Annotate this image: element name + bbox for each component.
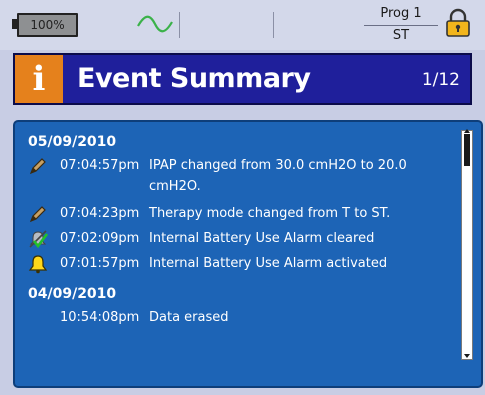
event-list[interactable]: 05/09/2010 07:04:57pm IPAP changed from … (13, 120, 483, 388)
list-item[interactable]: 07:01:57pm Internal Battery Use Alarm ac… (15, 254, 455, 276)
event-message-continued: cmH2O. (149, 179, 201, 194)
event-time: 10:54:08pm (60, 310, 140, 325)
scroll-down-arrow-icon[interactable] (464, 354, 470, 358)
event-message: IPAP changed from 30.0 cmH2O to 20.0 (149, 158, 407, 173)
scrollbar-thumb[interactable] (464, 134, 470, 166)
page-indicator: 1/12 (421, 70, 460, 90)
event-date: 05/09/2010 (28, 134, 117, 150)
list-item[interactable]: 07:04:23pm Therapy mode changed from T t… (15, 204, 455, 226)
event-message: Data erased (149, 310, 229, 325)
program-indicator[interactable]: Prog 1 ST (364, 4, 440, 44)
battery-level-label: 100% (30, 18, 65, 32)
battery-icon: 100% (12, 13, 78, 37)
title-bar: i Event Summary 1/12 (13, 53, 472, 105)
event-time: 07:02:09pm (60, 231, 140, 246)
event-time: 07:04:23pm (60, 206, 140, 221)
alarm-cleared-icon (29, 230, 48, 249)
waveform-icon (137, 15, 173, 33)
program-mode: ST (392, 28, 410, 43)
status-bar: 100% Prog 1 ST (0, 0, 485, 50)
page-title: Event Summary (77, 63, 311, 94)
alarm-bell-icon (28, 255, 48, 274)
scrollbar[interactable] (461, 129, 473, 360)
pencil-icon (29, 206, 46, 223)
pencil-icon (29, 158, 46, 175)
event-message: Therapy mode changed from T to ST. (149, 206, 391, 221)
event-time: 07:01:57pm (60, 256, 140, 271)
info-icon: i (15, 55, 63, 103)
list-item[interactable]: 07:04:57pm IPAP changed from 30.0 cmH2O … (15, 156, 455, 194)
event-message: Internal Battery Use Alarm activated (149, 256, 388, 271)
list-item[interactable]: 10:54:08pm Data erased (15, 308, 455, 330)
list-item[interactable]: 07:02:09pm Internal Battery Use Alarm cl… (15, 229, 455, 251)
event-message: Internal Battery Use Alarm cleared (149, 231, 375, 246)
status-divider (179, 12, 180, 38)
status-divider (273, 12, 274, 38)
event-date: 04/09/2010 (28, 286, 117, 302)
program-name: Prog 1 (380, 6, 422, 21)
lock-icon[interactable] (445, 8, 471, 38)
scroll-up-arrow-icon[interactable] (464, 129, 470, 133)
event-time: 07:04:57pm (60, 158, 140, 173)
